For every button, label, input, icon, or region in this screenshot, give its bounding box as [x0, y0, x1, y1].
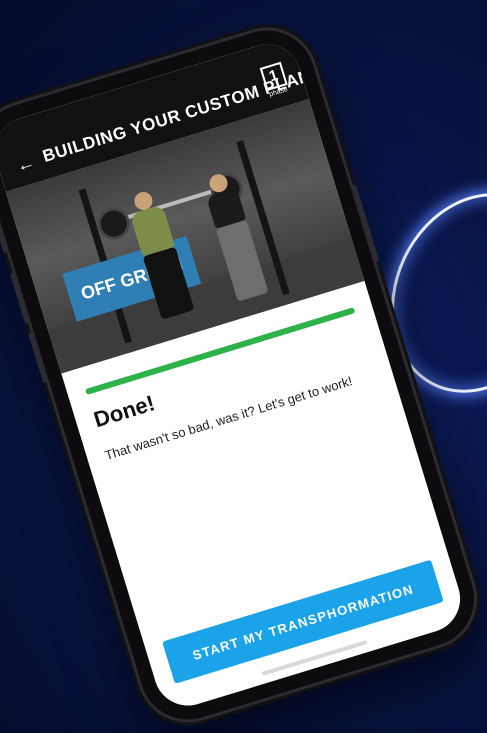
arrow-left-icon[interactable]: ←: [14, 152, 37, 176]
volume-up-button: [10, 273, 30, 324]
volume-down-button: [28, 332, 48, 384]
completion-heading: Done!: [90, 390, 158, 433]
app-screen: ← BUILDING YOUR CUSTOM PLAN 1 phase OFF …: [0, 36, 469, 714]
mute-switch: [0, 225, 8, 254]
phone-device: ← BUILDING YOUR CUSTOM PLAN 1 phase OFF …: [0, 18, 487, 732]
start-transphormation-button[interactable]: START MY TRANSPHORMATION: [162, 559, 444, 684]
power-button: [351, 184, 380, 262]
